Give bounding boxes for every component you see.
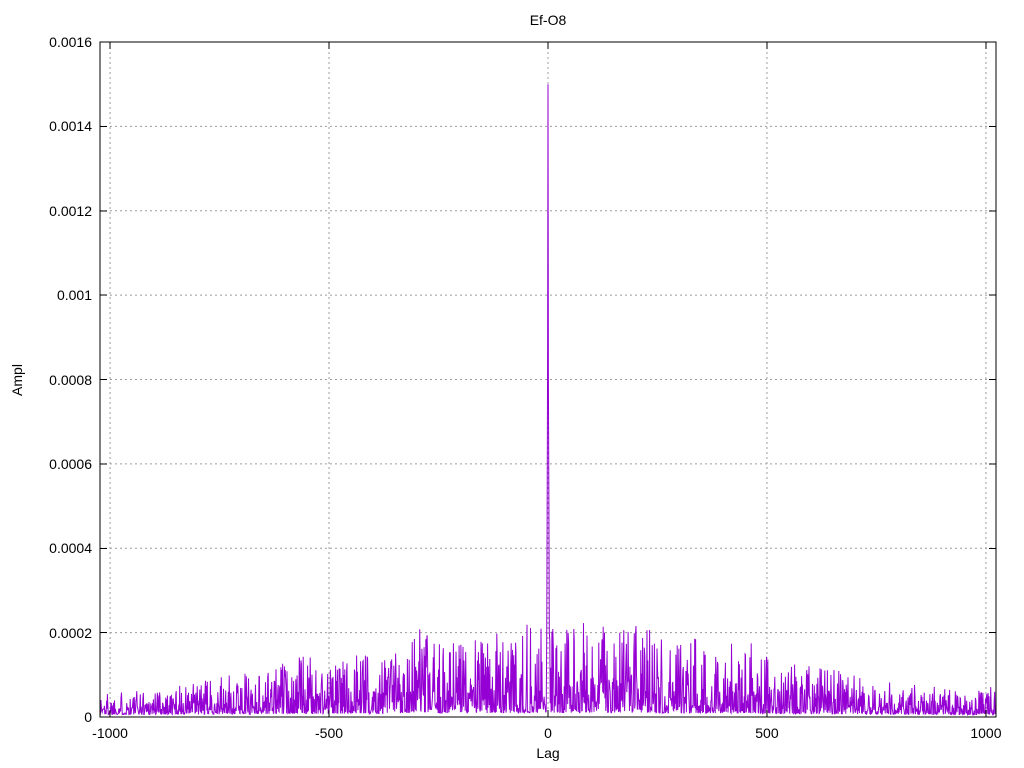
y-tick-label: 0.0002 <box>49 624 92 641</box>
y-tick-label: 0.0012 <box>49 202 92 219</box>
data-series-line <box>99 84 997 717</box>
x-tick-label: 500 <box>755 725 779 741</box>
chart-title: Ef-O8 <box>529 12 567 28</box>
x-tick-label: 0 <box>544 725 552 741</box>
correlation-chart: Ef-O8 Ampl Lag 0 0.0002 0.0004 0.0006 0.0008… <box>0 0 1024 768</box>
y-tick-label: 0.0006 <box>49 455 92 472</box>
y-tick-label: 0.001 <box>56 287 92 304</box>
y-tick-label: 0.0016 <box>49 34 92 50</box>
y-tick-label: 0 <box>84 709 92 725</box>
x-axis-title: Lag <box>536 745 560 761</box>
x-tick-label: -1000 <box>92 725 128 741</box>
y-tick-label: 0.0008 <box>49 371 92 388</box>
plot-canvas <box>99 41 997 718</box>
y-tick-label: 0.0004 <box>49 540 92 557</box>
x-tick-label: 1000 <box>970 725 1002 741</box>
x-tick-label: -500 <box>315 725 344 741</box>
y-tick-label: 0.0014 <box>49 118 92 135</box>
